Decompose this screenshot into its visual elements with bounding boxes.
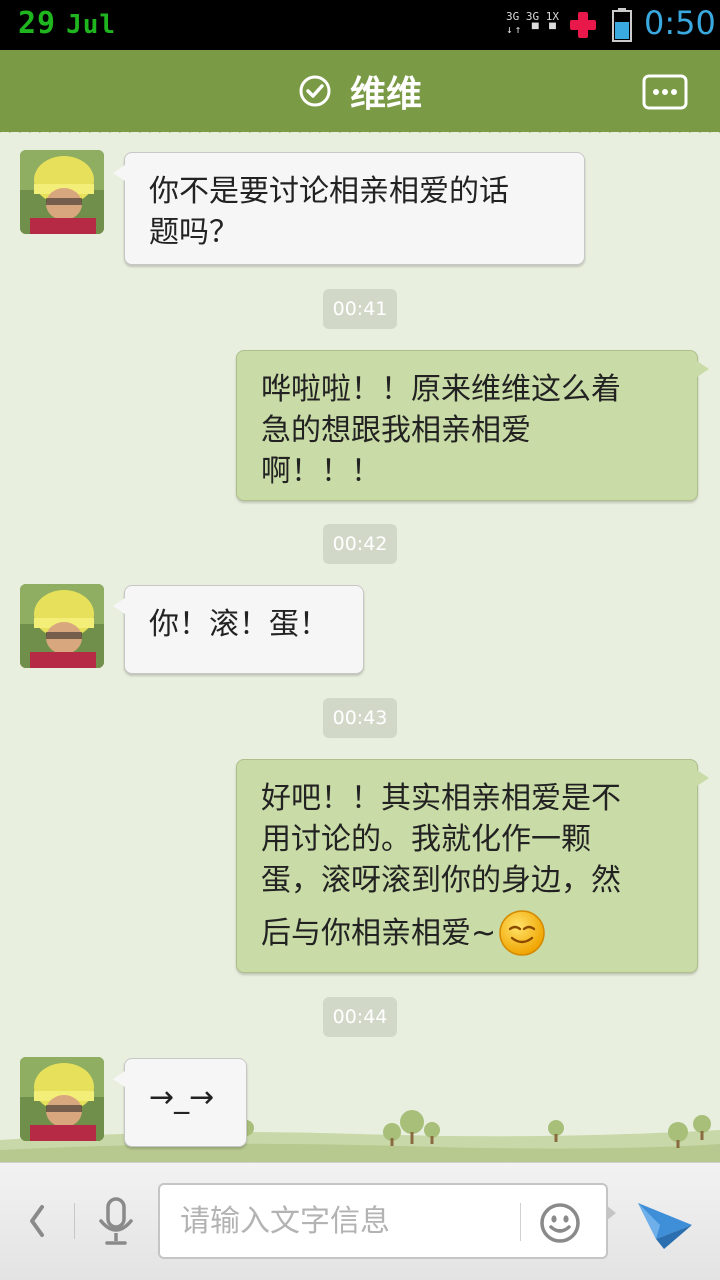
microphone-icon[interactable]	[96, 1197, 136, 1247]
chat-title: 维维	[349, 74, 422, 115]
divider	[74, 1203, 75, 1239]
message-text: 后与你相亲相爱~	[261, 916, 497, 951]
chevron-left-icon[interactable]	[22, 1201, 52, 1241]
message-text: 用讨论的。我就化作一颗	[261, 822, 591, 857]
avatar-image	[20, 1057, 104, 1141]
message-bubble-sent[interactable]: 好吧！！其实相亲相爱是不 用讨论的。我就化作一颗 蛋，滚呀滚到你的身边，然 后与…	[236, 759, 709, 973]
timestamp: 00:43	[323, 698, 397, 738]
avatar[interactable]	[20, 150, 104, 234]
timestamp: 00:44	[323, 997, 397, 1037]
smile-emoji-icon	[499, 910, 545, 956]
battery-icon	[612, 8, 632, 42]
landscape-decoration	[0, 1110, 720, 1162]
status-date: 29 Jul	[18, 6, 116, 41]
message-text: 哗啦啦！！原来维维这么着	[261, 372, 621, 407]
input-tail	[606, 1205, 616, 1221]
status-bar: 29 Jul 3G 3G 1X ↓↑ ▀ ▀ 0:50	[0, 0, 720, 50]
plus-cross-icon	[570, 12, 596, 38]
message-text: 你不是要讨论相亲相爱的话	[149, 174, 509, 209]
network-label-3: 1X	[545, 10, 559, 23]
avatar[interactable]	[20, 1057, 104, 1141]
message-text: 好吧！！其实相亲相爱是不	[261, 781, 621, 816]
message-text: 你！滚！蛋！	[149, 607, 329, 642]
avatar-image	[20, 150, 104, 234]
timestamp: 00:42	[323, 524, 397, 564]
message-bubble-received[interactable]: →_→	[113, 1058, 247, 1147]
input-bar	[0, 1162, 720, 1280]
network-label-2: 3G	[525, 10, 540, 23]
status-time: 0:50	[644, 4, 716, 42]
status-month: Jul	[66, 10, 117, 40]
timestamp: 00:41	[323, 289, 397, 329]
message-bubble-received[interactable]: 你！滚！蛋！	[113, 585, 364, 674]
network-label-1: 3G	[506, 10, 520, 23]
message-text: 蛋，滚呀滚到你的身边，然	[261, 863, 621, 898]
message-text: 急的想跟我相亲相爱	[261, 413, 531, 448]
avatar[interactable]	[20, 584, 104, 668]
signal-icon: 3G 3G 1X ↓↑ ▀ ▀	[506, 10, 559, 36]
message-text-last: 后与你相亲相爱~	[261, 909, 675, 957]
message-input[interactable]	[180, 1199, 510, 1243]
more-dots-icon[interactable]	[642, 74, 688, 110]
send-plane-icon[interactable]	[636, 1195, 694, 1251]
emoji-face-icon[interactable]	[538, 1201, 582, 1245]
message-text: 啊！！！	[261, 454, 381, 489]
message-bubble-sent[interactable]: 哗啦啦！！原来维维这么着 急的想跟我相亲相爱 啊！！！	[236, 350, 709, 501]
input-separator	[520, 1203, 521, 1241]
message-text: 题吗？	[149, 215, 239, 250]
check-circle-icon	[299, 75, 331, 107]
message-text: →_→	[149, 1080, 215, 1115]
title-group: 维维	[0, 50, 720, 132]
avatar-image	[20, 584, 104, 668]
status-day: 29	[18, 6, 57, 41]
message-bubble-received[interactable]: 你不是要讨论相亲相爱的话 题吗？	[113, 152, 585, 265]
message-input-box[interactable]	[158, 1183, 608, 1259]
